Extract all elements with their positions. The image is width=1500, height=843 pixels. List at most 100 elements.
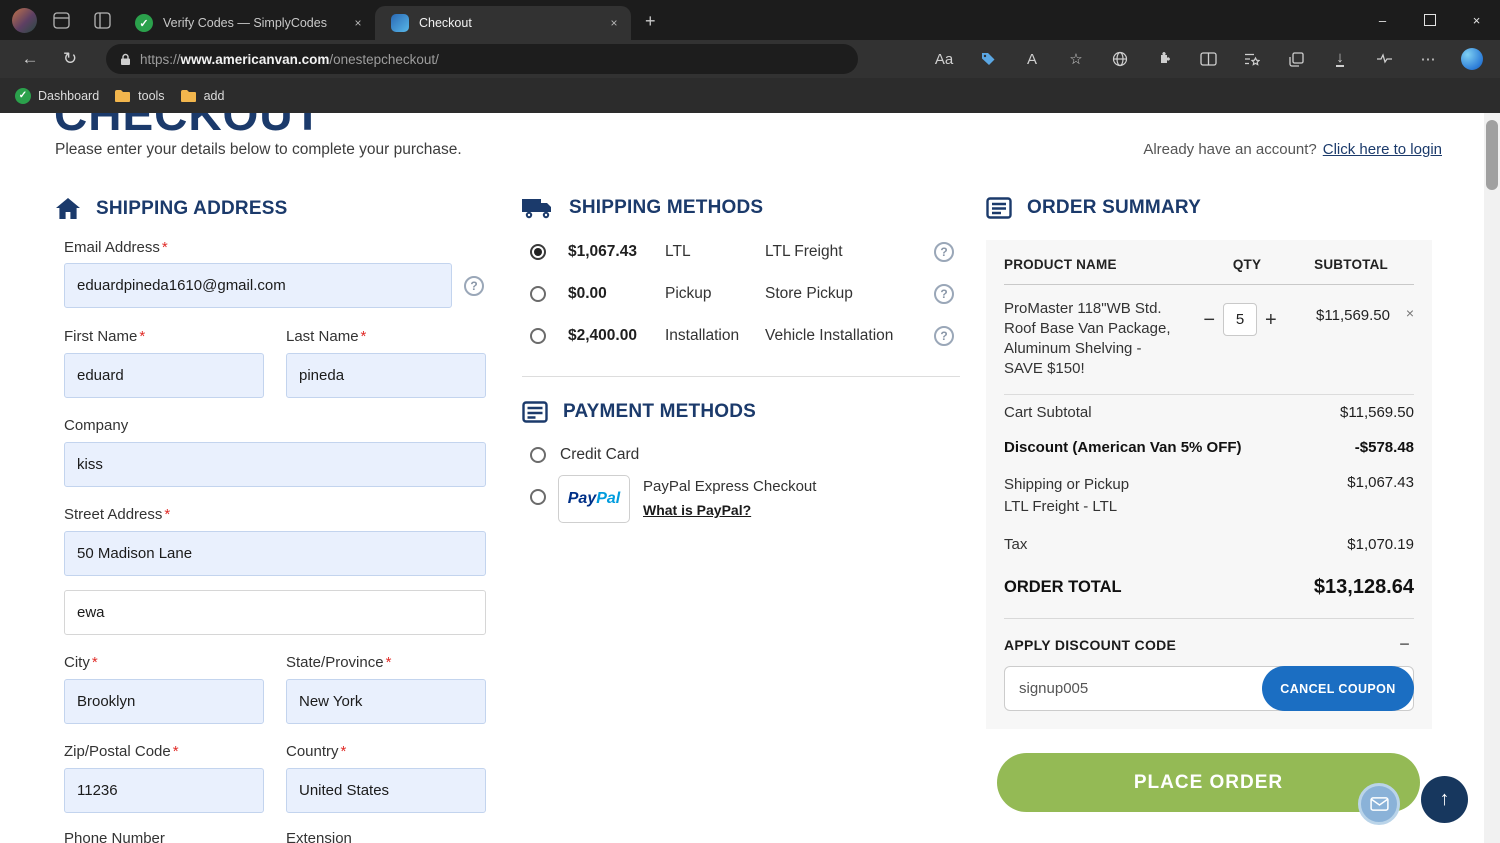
profile-avatar[interactable] bbox=[12, 7, 37, 33]
favorites-list-icon[interactable] bbox=[1230, 43, 1274, 75]
shipping-method-option[interactable]: $0.00 Pickup Store Pickup ? bbox=[522, 275, 960, 313]
city-field[interactable] bbox=[64, 679, 264, 724]
americanvan-favicon bbox=[391, 14, 409, 32]
tab-simplycodes[interactable]: ✓ Verify Codes — SimplyCodes × bbox=[119, 6, 375, 40]
folder-icon bbox=[115, 89, 131, 102]
chat-widget-button[interactable] bbox=[1358, 783, 1400, 825]
help-icon[interactable]: ? bbox=[934, 242, 954, 262]
shipping-row: Shipping or Pickup LTL Freight - LTL $1,0… bbox=[1004, 474, 1414, 515]
shipping-method-option[interactable]: $2,400.00 Installation Vehicle Installat… bbox=[522, 317, 960, 355]
country-label: Country * bbox=[286, 743, 347, 760]
bookmark-label: tools bbox=[138, 88, 165, 103]
settings-menu-icon[interactable]: ⋯ bbox=[1406, 43, 1450, 75]
remove-item-icon[interactable]: × bbox=[1390, 305, 1414, 321]
bookmark-folder-add[interactable]: add bbox=[180, 88, 225, 103]
address-bar[interactable]: https://www.americanvan.com/onestepcheck… bbox=[106, 44, 858, 74]
tab-search-icon[interactable] bbox=[85, 5, 119, 35]
minimize-button[interactable]: – bbox=[1359, 0, 1406, 40]
login-link[interactable]: Click here to login bbox=[1323, 141, 1442, 158]
extension-icon[interactable] bbox=[1142, 43, 1186, 75]
radio-button[interactable] bbox=[530, 244, 546, 260]
scrollbar-thumb[interactable] bbox=[1486, 120, 1498, 190]
cart-subtotal-row: Cart Subtotal $11,569.50 bbox=[1004, 404, 1414, 421]
street-address-field[interactable] bbox=[64, 531, 486, 576]
shipping-methods-heading: SHIPPING METHODS bbox=[522, 197, 763, 219]
scroll-to-top-button[interactable]: ↑ bbox=[1421, 776, 1468, 823]
order-summary-panel: PRODUCT NAME QTY SUBTOTAL ProMaster 118"… bbox=[986, 240, 1432, 729]
browser-essentials-icon[interactable] bbox=[1362, 43, 1406, 75]
paypal-option[interactable]: Pay Pal PayPal Express Checkout What is P… bbox=[522, 475, 960, 523]
copilot-icon[interactable] bbox=[1450, 43, 1494, 75]
shipping-address-heading: SHIPPING ADDRESS bbox=[55, 197, 287, 221]
radio-button[interactable] bbox=[530, 489, 546, 505]
cancel-coupon-button[interactable]: CANCEL COUPON bbox=[1262, 666, 1414, 711]
tab-title: Verify Codes — SimplyCodes bbox=[163, 16, 327, 30]
close-tab-icon[interactable]: × bbox=[605, 16, 623, 30]
help-icon[interactable]: ? bbox=[934, 326, 954, 346]
street-address-2-field[interactable] bbox=[64, 590, 486, 635]
page-scrollbar[interactable] bbox=[1484, 113, 1500, 843]
tax-row: Tax $1,070.19 bbox=[1004, 536, 1414, 553]
bookmark-label: Dashboard bbox=[38, 88, 100, 103]
close-window-button[interactable]: × bbox=[1453, 0, 1500, 40]
qty-decrease-button[interactable]: − bbox=[1203, 310, 1215, 330]
radio-button[interactable] bbox=[530, 286, 546, 302]
read-aloud-icon[interactable]: A bbox=[1010, 43, 1054, 75]
email-label: Email Address * bbox=[64, 239, 168, 256]
truck-icon bbox=[522, 199, 551, 219]
translate-icon[interactable]: Aa bbox=[922, 43, 966, 75]
home-icon bbox=[56, 198, 80, 219]
split-screen-icon[interactable] bbox=[1186, 43, 1230, 75]
last-name-field[interactable] bbox=[286, 353, 486, 398]
simplycodes-dashboard-icon: ✓ bbox=[15, 87, 31, 104]
country-field[interactable] bbox=[286, 768, 486, 813]
collapse-icon[interactable]: − bbox=[1399, 634, 1414, 655]
tab-checkout[interactable]: Checkout × bbox=[375, 6, 631, 40]
extension-label: Extension bbox=[286, 830, 352, 843]
back-button[interactable]: ← bbox=[10, 49, 50, 69]
radio-button[interactable] bbox=[530, 328, 546, 344]
street-address-label: Street Address * bbox=[64, 506, 171, 523]
maximize-button[interactable] bbox=[1406, 0, 1453, 40]
collections-icon[interactable] bbox=[1274, 43, 1318, 75]
help-icon[interactable]: ? bbox=[934, 284, 954, 304]
toolbar-icons: Aa A ☆ ↓ ⋯ bbox=[922, 43, 1494, 75]
radio-button[interactable] bbox=[530, 447, 546, 463]
payment-methods-heading: PAYMENT METHODS bbox=[522, 401, 756, 423]
folder-icon bbox=[180, 89, 196, 102]
window-controls: – × bbox=[1359, 0, 1500, 40]
credit-card-option[interactable]: Credit Card bbox=[522, 446, 639, 464]
checkout-page: CHECKOUT Please enter your details below… bbox=[0, 113, 1484, 843]
qty-increase-button[interactable]: + bbox=[1265, 310, 1277, 330]
bookmarks-bar: ✓ Dashboard tools add bbox=[0, 78, 1500, 113]
qty-input[interactable] bbox=[1223, 303, 1257, 336]
shopping-tag-icon[interactable] bbox=[966, 43, 1010, 75]
first-name-field[interactable] bbox=[64, 353, 264, 398]
zip-field[interactable] bbox=[64, 768, 264, 813]
email-help-icon[interactable]: ? bbox=[464, 276, 484, 296]
order-summary-heading: ORDER SUMMARY bbox=[986, 197, 1201, 219]
email-field[interactable] bbox=[64, 263, 452, 308]
lock-icon bbox=[121, 53, 130, 65]
city-label: City * bbox=[64, 654, 98, 671]
bookmark-label: add bbox=[203, 88, 225, 103]
shipping-method-option[interactable]: $1,067.43 LTL LTL Freight ? bbox=[522, 233, 960, 271]
bookmark-folder-tools[interactable]: tools bbox=[114, 88, 165, 103]
bookmark-dashboard[interactable]: ✓ Dashboard bbox=[15, 87, 100, 104]
download-icon[interactable]: ↓ bbox=[1318, 43, 1362, 75]
workspaces-icon[interactable] bbox=[44, 5, 78, 35]
refresh-button[interactable]: ↻ bbox=[50, 49, 90, 69]
new-tab-button[interactable]: + bbox=[645, 11, 656, 32]
state-field[interactable] bbox=[286, 679, 486, 724]
apply-discount-header[interactable]: APPLY DISCOUNT CODE − bbox=[1004, 619, 1414, 666]
close-tab-icon[interactable]: × bbox=[349, 16, 367, 30]
last-name-label: Last Name * bbox=[286, 328, 367, 345]
favorite-star-icon[interactable]: ☆ bbox=[1054, 43, 1098, 75]
maximize-icon bbox=[1423, 14, 1436, 26]
place-order-button[interactable]: PLACE ORDER bbox=[997, 753, 1420, 812]
what-is-paypal-link[interactable]: What is PayPal? bbox=[643, 502, 751, 518]
page-title: CHECKOUT bbox=[54, 113, 323, 140]
globe-icon[interactable] bbox=[1098, 43, 1142, 75]
url-text: https://www.americanvan.com/onestepcheck… bbox=[140, 51, 439, 67]
company-field[interactable] bbox=[64, 442, 486, 487]
